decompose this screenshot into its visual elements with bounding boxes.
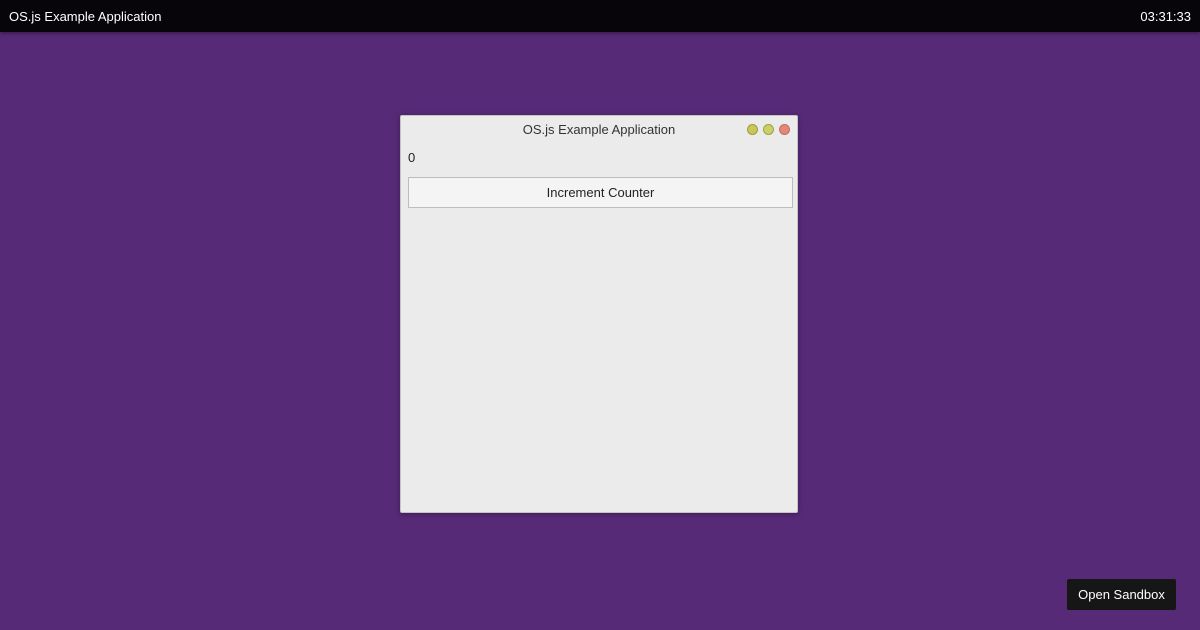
minimize-button[interactable] — [747, 124, 758, 135]
maximize-button[interactable] — [763, 124, 774, 135]
panel-app-title[interactable]: OS.js Example Application — [9, 0, 161, 33]
window-title: OS.js Example Application — [522, 122, 676, 137]
top-panel: OS.js Example Application 03:31:33 — [0, 0, 1200, 32]
counter-value: 0 — [408, 150, 416, 165]
desktop: OS.js Example Application 03:31:33 OS.js… — [0, 0, 1200, 630]
panel-clock: 03:31:33 — [1140, 9, 1191, 24]
window-titlebar[interactable]: OS.js Example Application — [401, 116, 797, 144]
increment-counter-button[interactable]: Increment Counter — [408, 177, 793, 208]
open-sandbox-button[interactable]: Open Sandbox — [1067, 579, 1176, 610]
close-button[interactable] — [779, 124, 790, 135]
app-window: OS.js Example Application 0 Increment Co… — [400, 115, 798, 513]
